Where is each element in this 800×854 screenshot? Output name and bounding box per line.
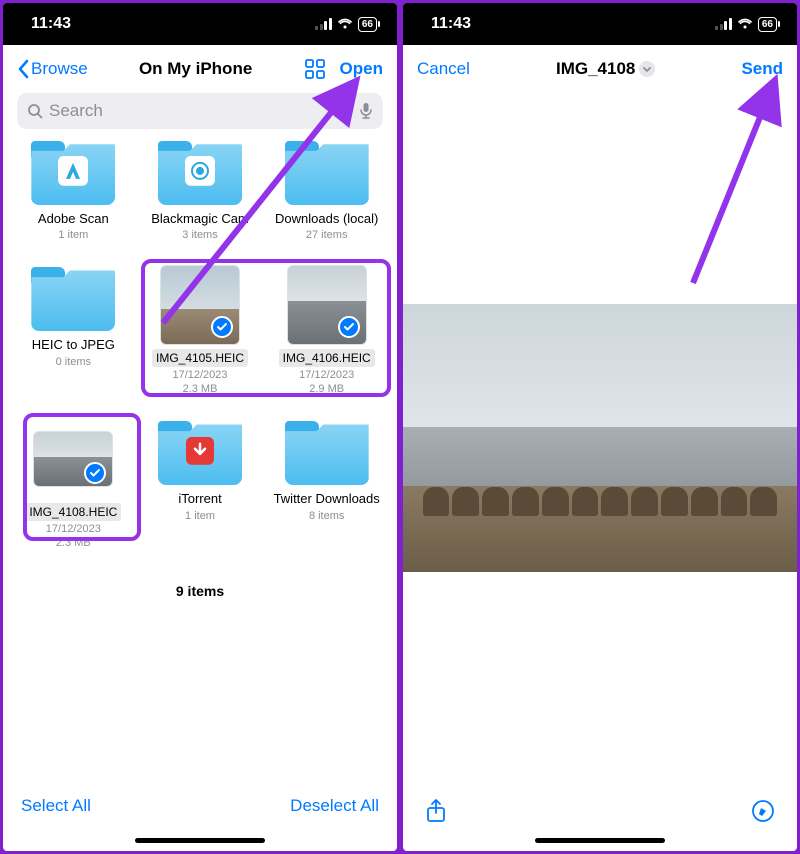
status-bar: 11:43 66 [403, 3, 797, 45]
files-picker-screen: 11:43 66 Browse On My iPhone Open Search [3, 3, 397, 851]
status-bar: 11:43 66 [3, 3, 397, 45]
view-toggle-button[interactable] [304, 58, 326, 80]
bottom-toolbar [403, 784, 797, 832]
cellular-icon [315, 18, 332, 30]
send-preview-screen: 11:43 66 Cancel IMG_4108 Send [403, 3, 797, 851]
chevron-down-icon [639, 61, 655, 77]
wifi-icon [737, 18, 753, 30]
open-button[interactable]: Open [340, 59, 383, 79]
folder-heic-jpeg[interactable]: HEIC to JPEG 0 items [15, 265, 132, 395]
cancel-button[interactable]: Cancel [417, 59, 470, 79]
status-time: 11:43 [31, 15, 71, 33]
folder-downloads[interactable]: Downloads (local) 27 items [268, 139, 385, 241]
file-img-4105[interactable]: IMG_4105.HEIC 17/12/2023 2.3 MB [142, 265, 259, 395]
page-title: On My iPhone [88, 59, 304, 79]
camera-icon [185, 156, 215, 191]
send-button[interactable]: Send [741, 59, 783, 79]
nav-bar: Cancel IMG_4108 Send [403, 45, 797, 91]
search-icon [27, 103, 43, 119]
back-button[interactable]: Browse [17, 59, 88, 79]
search-field[interactable]: Search [17, 93, 383, 129]
home-indicator[interactable] [135, 838, 265, 843]
deselect-all-button[interactable]: Deselect All [290, 796, 379, 816]
select-all-button[interactable]: Select All [21, 796, 91, 816]
folder-blackmagic[interactable]: Blackmagic Cam 3 items [142, 139, 259, 241]
markup-icon[interactable] [751, 799, 775, 823]
mic-icon[interactable] [359, 102, 373, 120]
folder-twitter-downloads[interactable]: Twitter Downloads 8 items [268, 419, 385, 549]
file-grid: Adobe Scan 1 item Blackmagic Cam 3 items… [3, 139, 397, 786]
wifi-icon [337, 18, 353, 30]
page-title[interactable]: IMG_4108 [470, 59, 742, 79]
cellular-icon [715, 18, 732, 30]
folder-adobe-scan[interactable]: Adobe Scan 1 item [15, 139, 132, 241]
share-icon[interactable] [425, 798, 447, 824]
folder-itorrent[interactable]: iTorrent 1 item [142, 419, 259, 549]
home-indicator[interactable] [535, 838, 665, 843]
bottom-toolbar: Select All Deselect All [3, 786, 397, 832]
item-count: 9 items [15, 573, 385, 619]
adobe-icon [58, 156, 88, 191]
battery-icon: 66 [358, 17, 377, 32]
nav-bar: Browse On My iPhone Open [3, 45, 397, 91]
app-icon [186, 437, 214, 470]
check-icon [338, 316, 360, 338]
file-img-4106[interactable]: IMG_4106.HEIC 17/12/2023 2.9 MB [268, 265, 385, 395]
battery-icon: 66 [758, 17, 777, 32]
status-time: 11:43 [431, 15, 471, 33]
image-preview[interactable] [403, 91, 797, 784]
file-img-4108[interactable]: IMG_4108.HEIC 17/12/2023 2.3 MB [15, 419, 132, 549]
